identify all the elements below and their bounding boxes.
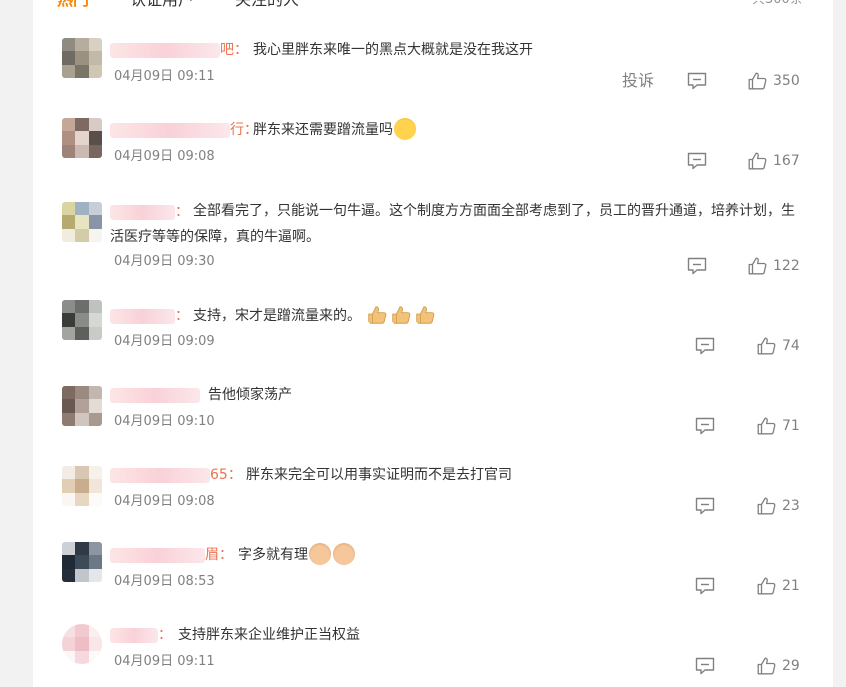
comment-text: 告他倾家荡产: [208, 387, 292, 403]
reply-icon[interactable]: [687, 257, 707, 275]
avatar[interactable]: [62, 466, 102, 506]
comment-text: 全部看完了，只能说一句牛逼。这个制度方方面面全部考虑到了，员工的晋升通道，培养计…: [110, 203, 795, 245]
thumbs-up-icon: [757, 577, 776, 595]
thumbs-up-icon: [757, 657, 776, 675]
thumbs-up-emoji: [368, 306, 387, 324]
like-count: 29: [782, 658, 800, 674]
username-suffix[interactable]: ：: [175, 306, 189, 326]
reply-icon[interactable]: [687, 72, 707, 90]
username[interactable]: [110, 628, 158, 643]
comment-text: 胖东来完全可以用事实证明而不是去打官司: [246, 467, 512, 483]
comment-time: 04月09日 09:10: [114, 414, 215, 429]
avatar[interactable]: [62, 38, 102, 78]
comment-text: 字多就有理: [238, 542, 356, 568]
comment-time: 04月09日 09:11: [114, 654, 215, 669]
like-button[interactable]: 167: [748, 151, 800, 171]
like-button[interactable]: 74: [757, 336, 800, 356]
thumbs-up-icon: [757, 337, 776, 355]
like-count: 350: [773, 73, 800, 89]
comment-time: 04月09日 09:11: [114, 69, 215, 84]
username[interactable]: [110, 123, 230, 138]
username-suffix[interactable]: 65：: [210, 465, 242, 485]
username[interactable]: [110, 43, 220, 58]
comment-time: 04月09日 09:09: [114, 334, 215, 349]
comment-time: 04月09日 09:08: [114, 149, 215, 164]
comment-text-content: 字多就有理: [238, 547, 308, 563]
avatar[interactable]: [62, 624, 102, 664]
like-count: 23: [782, 498, 800, 514]
thumbs-up-icon: [757, 497, 776, 515]
like-count: 71: [782, 418, 800, 434]
comment-time: 04月09日 08:53: [114, 574, 215, 589]
tab-following[interactable]: 关注的人: [235, 0, 299, 10]
like-button[interactable]: 23: [757, 496, 800, 516]
comment-text: 支持胖东来企业维护正当权益: [178, 627, 360, 643]
like-count: 74: [782, 338, 800, 354]
thumbs-up-emoji: [416, 306, 435, 324]
username-suffix[interactable]: 吧：: [220, 40, 248, 60]
comment-text: 我心里胖东来唯一的黑点大概就是没在我这开: [253, 42, 533, 58]
avatar[interactable]: [62, 118, 102, 158]
tab-verified-users[interactable]: 认证用户: [130, 0, 194, 10]
username[interactable]: [110, 309, 175, 324]
like-count: 167: [773, 153, 800, 169]
avatar[interactable]: [62, 202, 102, 242]
comment-time: 04月09日 09:30: [114, 254, 215, 269]
thumbs-up-icon: [748, 152, 767, 170]
reply-icon[interactable]: [695, 657, 715, 675]
report-button[interactable]: 投诉: [622, 71, 654, 91]
like-button[interactable]: 71: [757, 416, 800, 436]
reply-icon[interactable]: [695, 417, 715, 435]
reply-icon[interactable]: [695, 337, 715, 355]
cry-laugh-emoji: [394, 118, 416, 140]
thumbs-up-icon: [757, 417, 776, 435]
username-suffix[interactable]: 眉：: [205, 545, 233, 565]
comment-text-content: 支持，宋才是蹭流量来的。: [193, 308, 361, 324]
like-button[interactable]: 122: [748, 256, 800, 276]
cat-emoji: [333, 543, 355, 565]
avatar[interactable]: [62, 542, 102, 582]
reply-icon[interactable]: [695, 577, 715, 595]
comment-time: 04月09日 09:08: [114, 494, 215, 509]
username-suffix[interactable]: ：: [158, 625, 172, 645]
comment-text-content: 胖东来还需要蹭流量吗: [253, 122, 393, 138]
avatar[interactable]: [62, 300, 102, 340]
comment-total-count: 共300条: [752, 0, 803, 10]
like-count: 122: [773, 258, 800, 274]
like-button[interactable]: 350: [748, 71, 800, 91]
comment-text: 支持，宋才是蹭流量来的。: [193, 303, 437, 329]
thumbs-up-icon: [748, 257, 767, 275]
like-button[interactable]: 29: [757, 656, 800, 676]
username[interactable]: [110, 468, 210, 483]
comment-tabs: 热门 认证用户 关注的人 共300条: [0, 0, 846, 10]
tab-hot[interactable]: 热门: [57, 0, 89, 10]
thumbs-up-emoji: [392, 306, 411, 324]
like-button[interactable]: 21: [757, 576, 800, 596]
reply-icon[interactable]: [687, 152, 707, 170]
like-count: 21: [782, 578, 800, 594]
avatar[interactable]: [62, 386, 102, 426]
thumbs-up-icon: [748, 72, 767, 90]
comment-text: 胖东来还需要蹭流量吗: [253, 117, 417, 143]
reply-icon[interactable]: [695, 497, 715, 515]
username[interactable]: [110, 388, 200, 403]
username[interactable]: [110, 548, 205, 563]
cat-emoji: [309, 543, 331, 565]
